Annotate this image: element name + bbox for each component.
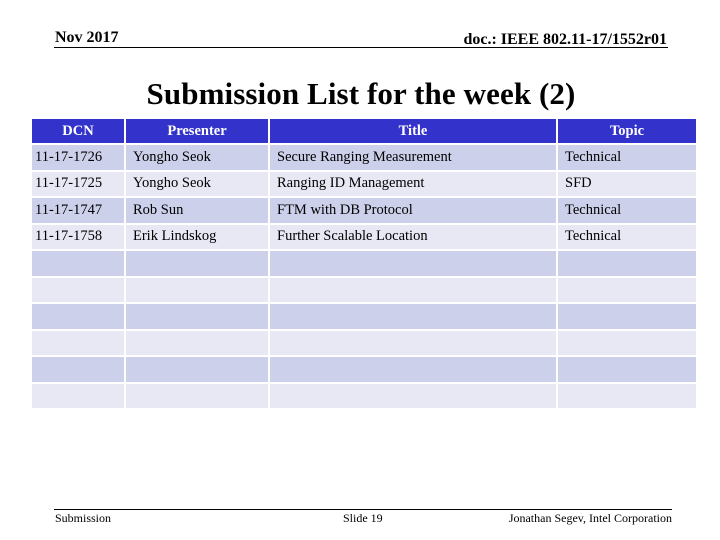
cell-presenter: Yongho Seok <box>126 145 268 170</box>
cell-topic <box>558 357 696 382</box>
cell-dcn <box>32 330 124 355</box>
cell-title <box>270 277 556 302</box>
cell-topic <box>558 251 696 276</box>
cell-title <box>270 251 556 276</box>
column-header-title: Title <box>270 119 556 143</box>
cell-dcn <box>32 251 124 276</box>
table-body: 11-17-1726 Yongho Seok Secure Ranging Meas… <box>32 145 696 408</box>
table-row <box>32 251 696 276</box>
cell-topic: Technical <box>558 145 696 170</box>
cell-presenter <box>126 383 268 408</box>
table-row: 11-17-1726 Yongho Seok Secure Ranging Meas… <box>32 145 696 170</box>
table-row <box>32 357 696 382</box>
cell-title: FTM with DB Protocol <box>270 198 556 223</box>
column-header-presenter: Presenter <box>126 119 268 143</box>
table-row <box>32 330 696 355</box>
table-row: 11-17-1747 Rob Sun FTM with DB Protocol Tec… <box>32 198 696 223</box>
cell-presenter <box>126 277 268 302</box>
column-header-dcn: DCN <box>32 119 124 143</box>
cell-dcn: 11-17-1758 <box>32 224 124 249</box>
table-row: 11-17-1758 Erik Lindskog Further Scalable … <box>32 224 696 249</box>
header-date: Nov 2017 <box>55 29 119 46</box>
cell-presenter <box>126 330 268 355</box>
cell-title: Secure Ranging Measurement <box>270 145 556 170</box>
cell-topic <box>558 304 696 329</box>
cell-presenter: Erik Lindskog <box>126 224 268 249</box>
footer-author: Jonathan Segev, Intel Corporation <box>508 511 672 525</box>
header-divider <box>54 47 668 48</box>
cell-title: Ranging ID Management <box>270 171 556 196</box>
cell-title <box>270 357 556 382</box>
cell-dcn <box>32 304 124 329</box>
cell-topic: Technical <box>558 224 696 249</box>
cell-topic <box>558 330 696 355</box>
cell-dcn: 11-17-1725 <box>32 171 124 196</box>
cell-title: Further Scalable Location <box>270 224 556 249</box>
cell-title <box>270 383 556 408</box>
column-header-topic: Topic <box>558 119 696 143</box>
table-row: 11-17-1725 Yongho Seok Ranging ID Manageme… <box>32 171 696 196</box>
cell-topic: SFD <box>558 171 696 196</box>
cell-topic <box>558 383 696 408</box>
cell-presenter: Yongho Seok <box>126 171 268 196</box>
table-header-row: DCN Presenter Title Topic <box>32 119 696 143</box>
footer-divider <box>54 509 672 510</box>
cell-presenter <box>126 357 268 382</box>
cell-dcn: 11-17-1747 <box>32 198 124 223</box>
table-row <box>32 383 696 408</box>
cell-presenter <box>126 304 268 329</box>
cell-dcn <box>32 357 124 382</box>
cell-topic <box>558 277 696 302</box>
cell-dcn <box>32 383 124 408</box>
slide-title: Submission List for the week (2) <box>146 76 576 111</box>
cell-title <box>270 304 556 329</box>
table-row <box>32 304 696 329</box>
cell-dcn <box>32 277 124 302</box>
cell-presenter: Rob Sun <box>126 198 268 223</box>
footer-submission: Submission <box>55 511 112 525</box>
cell-dcn: 11-17-1726 <box>32 145 124 170</box>
submission-table: DCN Presenter Title Topic 11-17-1726 Yong… <box>30 117 698 410</box>
cell-title <box>270 330 556 355</box>
table-row <box>32 277 696 302</box>
cell-presenter <box>126 251 268 276</box>
footer-slide-number: Slide 19 <box>343 511 383 525</box>
cell-topic: Technical <box>558 198 696 223</box>
